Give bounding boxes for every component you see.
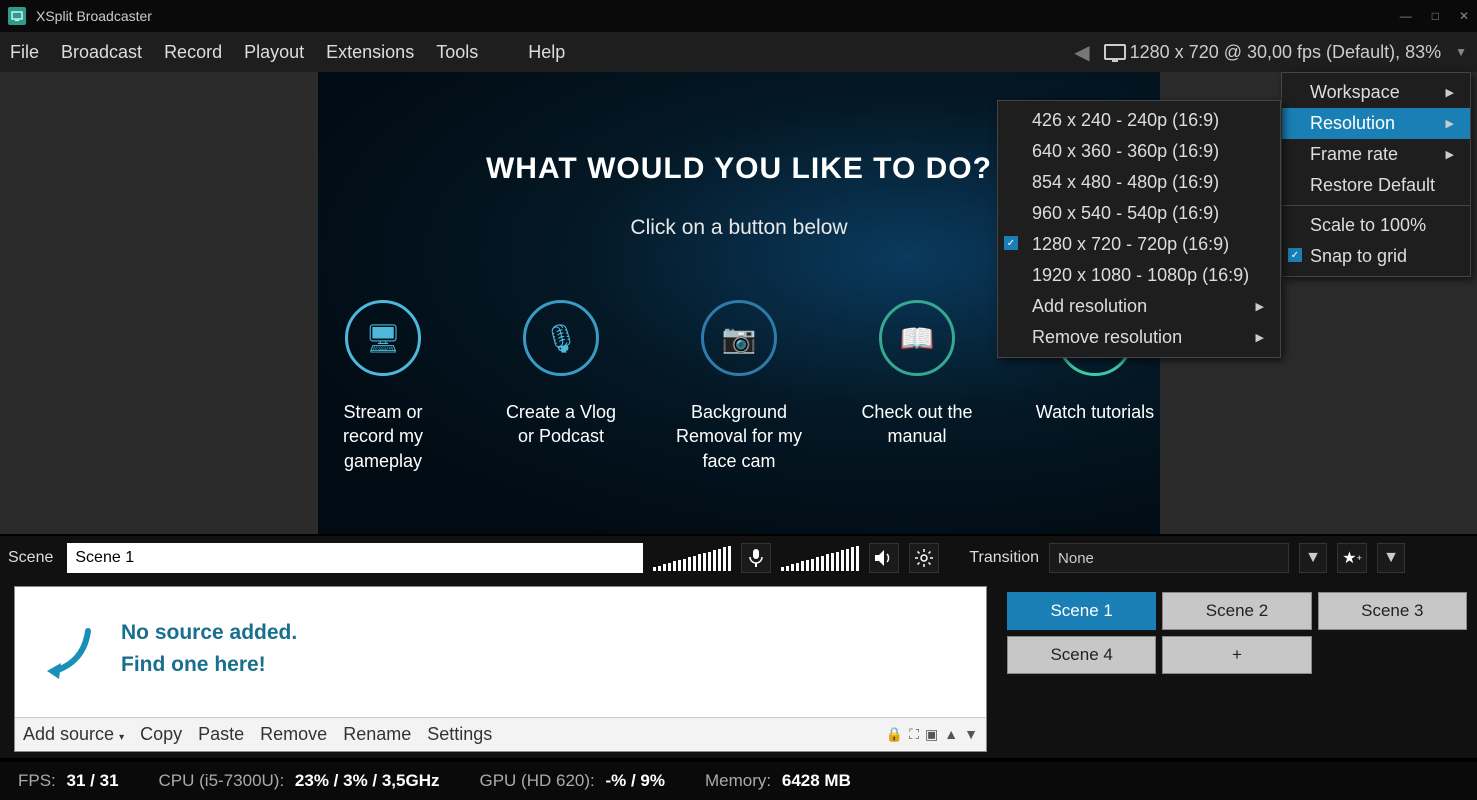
onboard-option-1[interactable]: 🎙 Create a Vlog or Podcast xyxy=(496,300,626,473)
menu-broadcast[interactable]: Broadcast xyxy=(61,42,142,63)
onboard-heading: WHAT WOULD YOU LIKE TO DO? xyxy=(486,152,992,186)
no-source-line1: No source added. xyxy=(121,617,297,649)
mic-button[interactable] xyxy=(741,543,771,573)
scene-button-1[interactable]: Scene 1 xyxy=(1007,592,1156,630)
sources-toolbar: Add source ▾ Copy Paste Remove Rename Se… xyxy=(15,717,986,751)
resolution-option[interactable]: 960 x 540 - 540p (16:9) xyxy=(998,198,1280,229)
option-label: Check out the manual xyxy=(852,400,982,449)
transition-select[interactable]: None xyxy=(1049,543,1289,573)
close-button[interactable]: ✕ xyxy=(1459,9,1469,23)
transition-extra-dropdown[interactable]: ▼ xyxy=(1377,543,1405,573)
share-icon[interactable]: ◀ xyxy=(1074,40,1089,65)
resolution-option[interactable]: Add resolution▶ xyxy=(998,291,1280,322)
speaker-volume-meter[interactable] xyxy=(781,545,859,571)
sources-panel: No source added. Find one here! Add sour… xyxy=(14,586,987,752)
add-scene-button[interactable]: + xyxy=(1162,636,1311,674)
menu-record[interactable]: Record xyxy=(164,42,222,63)
remove-button[interactable]: Remove xyxy=(260,724,327,745)
menu-file[interactable]: File xyxy=(10,42,39,63)
paste-button[interactable]: Paste xyxy=(198,724,244,745)
onboard-option-2[interactable]: 📷 Background Removal for my face cam xyxy=(674,300,804,473)
menubar: File Broadcast Record Playout Extensions Tool… xyxy=(0,32,1477,72)
favorite-transition-button[interactable]: ★+ xyxy=(1337,543,1367,573)
app-title: XSplit Broadcaster xyxy=(36,8,1400,24)
scene-label: Scene xyxy=(8,549,53,567)
menu-item-restore-default[interactable]: Restore Default xyxy=(1282,170,1470,201)
statusbar: FPS: 31 / 31 CPU (i5-7300U): 23% / 3% / … xyxy=(0,762,1477,800)
speaker-button[interactable] xyxy=(869,543,899,573)
menu-help[interactable]: Help xyxy=(528,42,565,63)
view-dropdown-menu: Workspace▶Resolution▶Frame rate▶Restore … xyxy=(1281,72,1471,277)
option-label: Stream or record my gameplay xyxy=(318,400,448,473)
app-logo-icon xyxy=(8,7,26,25)
resolution-submenu: 426 x 240 - 240p (16:9)640 x 360 - 360p … xyxy=(997,100,1281,358)
source-settings-button[interactable]: Settings xyxy=(427,724,492,745)
lock-icon[interactable]: 🔒 xyxy=(886,726,903,743)
expand-icon[interactable]: ⛶ xyxy=(909,726,919,743)
resolution-option[interactable]: 640 x 360 - 360p (16:9) xyxy=(998,136,1280,167)
option-icon: 📖 xyxy=(879,300,955,376)
option-icon: 📷 xyxy=(701,300,777,376)
scene-button-4[interactable]: Scene 4 xyxy=(1007,636,1156,674)
move-up-icon[interactable]: ▲ xyxy=(944,726,958,743)
audio-settings-button[interactable] xyxy=(909,543,939,573)
resolution-text[interactable]: 1280 x 720 @ 30,00 fps (Default), 83% xyxy=(1130,42,1441,63)
onboard-subheading: Click on a button below xyxy=(630,216,847,240)
scene-button-2[interactable]: Scene 2 xyxy=(1162,592,1311,630)
menu-item-resolution[interactable]: Resolution▶ xyxy=(1282,108,1470,139)
menu-tools[interactable]: Tools xyxy=(436,42,478,63)
move-down-icon[interactable]: ▼ xyxy=(964,726,978,743)
resolution-option[interactable]: ✓1280 x 720 - 720p (16:9) xyxy=(998,229,1280,260)
monitor-icon xyxy=(1104,44,1126,60)
option-label: Background Removal for my face cam xyxy=(674,400,804,473)
scene-button-3[interactable]: Scene 3 xyxy=(1318,592,1467,630)
option-label: Create a Vlog or Podcast xyxy=(496,400,626,449)
option-icon: 🖥 xyxy=(345,300,421,376)
onboard-option-3[interactable]: 📖 Check out the manual xyxy=(852,300,982,473)
resolution-option[interactable]: 426 x 240 - 240p (16:9) xyxy=(998,105,1280,136)
resolution-option[interactable]: 854 x 480 - 480p (16:9) xyxy=(998,167,1280,198)
no-source-line2[interactable]: Find one here! xyxy=(121,649,297,681)
add-source-button[interactable]: Add source ▾ xyxy=(23,724,124,745)
option-icon: 🎙 xyxy=(523,300,599,376)
menu-item-scale-to-100%[interactable]: Scale to 100% xyxy=(1282,210,1470,241)
menu-playout[interactable]: Playout xyxy=(244,42,304,63)
menu-item-workspace[interactable]: Workspace▶ xyxy=(1282,77,1470,108)
onboard-option-0[interactable]: 🖥 Stream or record my gameplay xyxy=(318,300,448,473)
resolution-option[interactable]: 1920 x 1080 - 1080p (16:9) xyxy=(998,260,1280,291)
scene-bar: Scene Transition None ▼ ★+ ▼ xyxy=(0,536,1477,580)
arrow-hint-icon xyxy=(43,623,93,683)
copy-button[interactable]: Copy xyxy=(140,724,182,745)
resolution-dropdown-arrow[interactable]: ▼ xyxy=(1455,45,1467,59)
transition-dropdown-button[interactable]: ▼ xyxy=(1299,543,1327,573)
menu-item-snap-to-grid[interactable]: ✓Snap to grid xyxy=(1282,241,1470,272)
resolution-option[interactable]: Remove resolution▶ xyxy=(998,322,1280,353)
transition-label: Transition xyxy=(969,549,1039,567)
rename-button[interactable]: Rename xyxy=(343,724,411,745)
mic-volume-meter[interactable] xyxy=(653,545,731,571)
menu-item-frame-rate[interactable]: Frame rate▶ xyxy=(1282,139,1470,170)
option-label: Watch tutorials xyxy=(1030,400,1160,424)
scenes-grid: Scene 1Scene 2Scene 3 Scene 4+ xyxy=(1007,586,1467,752)
lower-panels: No source added. Find one here! Add sour… xyxy=(0,580,1477,758)
minimize-button[interactable]: — xyxy=(1400,9,1412,23)
frame-icon[interactable]: ▣ xyxy=(925,726,938,743)
menu-extensions[interactable]: Extensions xyxy=(326,42,414,63)
scene-name-input[interactable] xyxy=(67,543,643,573)
titlebar: XSplit Broadcaster — □ ✕ xyxy=(0,0,1477,32)
left-panel xyxy=(0,72,318,534)
maximize-button[interactable]: □ xyxy=(1432,9,1439,23)
